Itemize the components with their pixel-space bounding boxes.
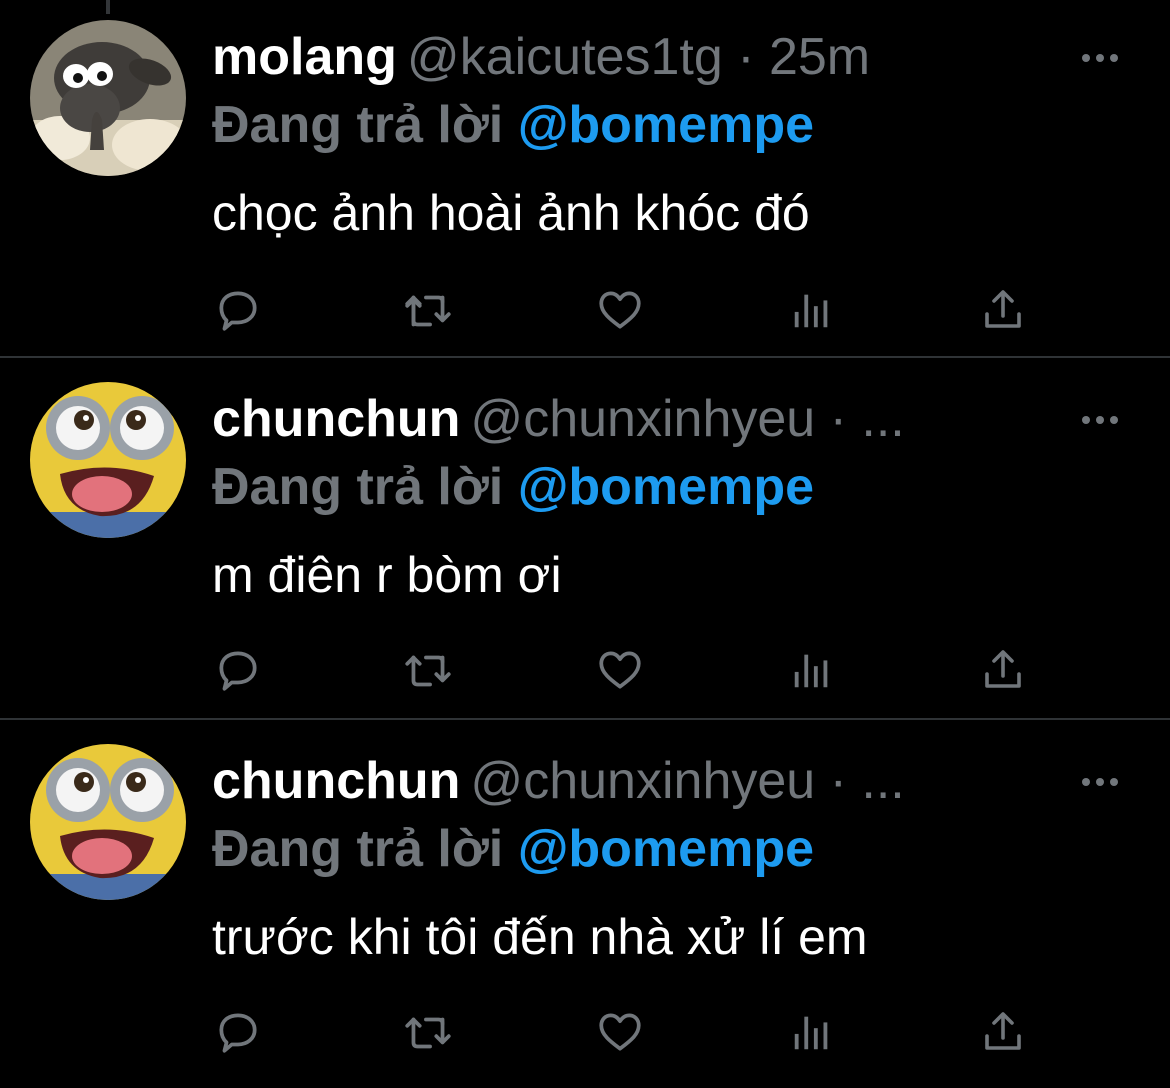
share-icon — [985, 290, 1021, 328]
more-dots-icon — [1082, 54, 1118, 62]
replying-to-handle-link[interactable]: @bomempe — [518, 820, 814, 878]
replying-to-label: Đang trả lời — [212, 820, 504, 878]
retweet-button[interactable] — [398, 280, 458, 340]
like-icon — [599, 291, 641, 329]
replying-to: Đang trả lời @bomempe — [212, 452, 814, 522]
handle-and-time[interactable]: @chunxinhyeu · ... — [470, 390, 904, 448]
replying-to: Đang trả lời @bomempe — [212, 90, 814, 160]
minion-avatar-icon — [30, 382, 186, 538]
tweet-text: chọc ảnh hoài ảnh khóc đó — [212, 185, 810, 241]
tweet-header: chunchun @chunxinhyeu · ... — [212, 384, 1025, 454]
tweet-text: trước khi tôi đến nhà xử lí em — [212, 909, 868, 965]
avatar[interactable] — [30, 20, 186, 176]
tweet-header: chunchun @chunxinhyeu · ... — [212, 746, 1025, 816]
reply-tweet[interactable]: molang @kaicutes1tg · 25m Đang trả lời @b… — [0, 0, 1170, 358]
handle-and-time[interactable]: @chunxinhyeu · ... — [470, 752, 904, 810]
views-icon — [794, 1016, 828, 1050]
retweet-icon — [405, 655, 451, 687]
retweet-button[interactable] — [398, 640, 458, 700]
display-name[interactable]: chunchun — [212, 752, 460, 810]
action-bar — [0, 280, 1170, 340]
views-button[interactable] — [782, 640, 842, 700]
share-icon — [985, 1012, 1021, 1050]
display-name[interactable]: molang — [212, 28, 397, 86]
retweet-button[interactable] — [398, 1002, 458, 1062]
reply-button[interactable] — [208, 640, 268, 700]
views-button[interactable] — [782, 280, 842, 340]
replying-to: Đang trả lời @bomempe — [212, 814, 814, 884]
handle-and-time[interactable]: @kaicutes1tg · 25m — [407, 28, 870, 86]
action-bar — [0, 1002, 1170, 1062]
share-button[interactable] — [973, 640, 1033, 700]
reply-button[interactable] — [208, 280, 268, 340]
more-options-button[interactable] — [1070, 400, 1130, 440]
replying-to-label: Đang trả lời — [212, 96, 504, 154]
display-name[interactable]: chunchun — [212, 390, 460, 448]
replying-to-handle-link[interactable]: @bomempe — [518, 458, 814, 516]
sheep-avatar-icon — [30, 20, 186, 176]
tweet-text: m điên r bòm ơi — [212, 547, 562, 603]
retweet-icon — [405, 295, 451, 327]
action-bar — [0, 640, 1170, 700]
reply-icon — [219, 1013, 257, 1053]
share-button[interactable] — [973, 1002, 1033, 1062]
more-dots-icon — [1082, 416, 1118, 424]
views-button[interactable] — [782, 1002, 842, 1062]
tweet-header: molang @kaicutes1tg · 25m — [212, 22, 1025, 92]
like-button[interactable] — [590, 640, 650, 700]
like-icon — [599, 1013, 641, 1051]
more-options-button[interactable] — [1070, 38, 1130, 78]
minion-avatar-icon — [30, 744, 186, 900]
retweet-icon — [405, 1017, 451, 1049]
like-button[interactable] — [590, 1002, 650, 1062]
views-icon — [794, 294, 828, 328]
more-dots-icon — [1082, 778, 1118, 786]
share-button[interactable] — [973, 280, 1033, 340]
more-options-button[interactable] — [1070, 762, 1130, 802]
like-button[interactable] — [590, 280, 650, 340]
reply-icon — [219, 651, 257, 691]
replying-to-handle-link[interactable]: @bomempe — [518, 96, 814, 154]
reply-button[interactable] — [208, 1002, 268, 1062]
reply-tweet[interactable]: chunchun @chunxinhyeu · ... Đang trả lời … — [0, 358, 1170, 720]
share-icon — [985, 650, 1021, 688]
avatar[interactable] — [30, 382, 186, 538]
like-icon — [599, 651, 641, 689]
replying-to-label: Đang trả lời — [212, 458, 504, 516]
reply-icon — [219, 291, 257, 331]
reply-tweet[interactable]: chunchun @chunxinhyeu · ... Đang trả lời … — [0, 720, 1170, 1088]
views-icon — [794, 654, 828, 688]
avatar[interactable] — [30, 744, 186, 900]
